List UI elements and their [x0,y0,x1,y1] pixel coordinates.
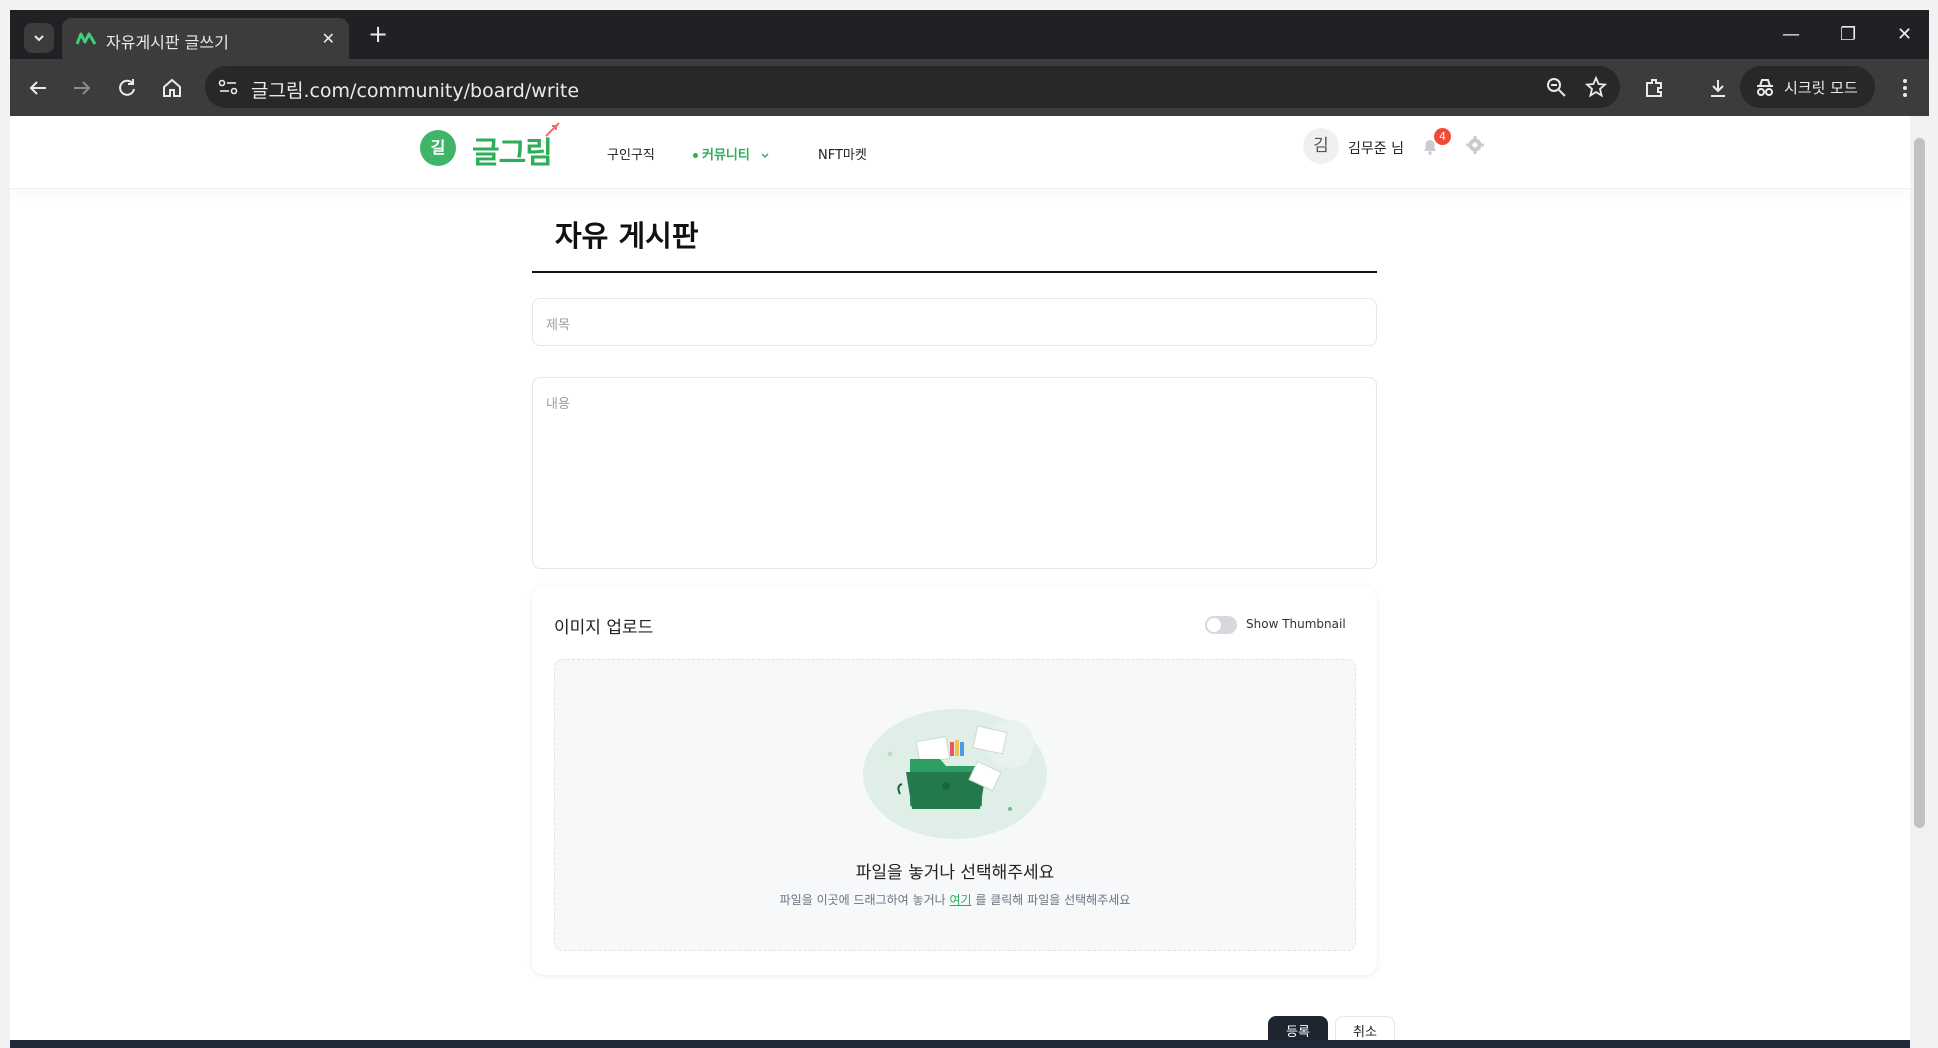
content-placeholder: 내용 [546,397,570,412]
browser-window: 자유게시판 글쓰기 ✕ + — ❐ ✕ 글그림.com/community/bo… [10,10,1929,1048]
page-scrollbar[interactable] [1910,116,1929,1048]
dropzone-select-link[interactable]: 여기 [949,893,971,907]
thumbnail-toggle-label: Show Thumbnail [1246,617,1346,631]
dropzone-sub-before: 파일을 이곳에 드래그하여 놓거나 [779,893,950,907]
title-divider [532,271,1377,273]
back-icon[interactable] [26,76,50,100]
reload-icon[interactable] [115,76,139,100]
address-bar[interactable]: 글그림.com/community/board/write [205,66,1620,108]
dropzone-title: 파일을 놓거나 선택해주세요 [855,863,1055,883]
dropzone-sub-after: 를 클릭해 파일을 선택해주세요 [971,893,1131,907]
cancel-button[interactable]: 취소 [1335,1016,1395,1040]
incognito-icon [1757,79,1773,96]
browser-toolbar: 글그림.com/community/board/write 시크릿 모드 [10,59,1929,116]
incognito-indicator[interactable]: 시크릿 모드 [1740,66,1875,108]
incognito-label: 시크릿 모드 [1784,79,1858,97]
rocket-icon [545,122,560,137]
site-favicon-icon [76,32,96,45]
submit-button[interactable]: 등록 [1268,1016,1328,1040]
forward-icon[interactable] [70,76,94,100]
os-taskbar [10,1040,1910,1048]
new-tab-button[interactable]: + [365,22,391,48]
gear-icon[interactable] [1465,135,1485,155]
active-tab[interactable]: 자유게시판 글쓰기 ✕ [62,18,349,59]
folder-illustration-icon [863,709,1047,839]
title-input[interactable]: 제목 [532,298,1377,346]
chevron-down-icon [34,35,44,42]
active-dot [693,153,698,158]
toggle-knob [1207,618,1221,632]
page-title: 자유 게시판 [555,219,699,253]
nav-jobs[interactable]: 구인구직 [607,144,655,163]
star-icon[interactable] [1585,76,1607,98]
dropzone-subtitle: 파일을 이곳에 드래그하여 놓거나 여기 를 클릭해 파일을 선택해주세요 [555,891,1355,908]
nav-community-label: 커뮤니티 [702,148,750,163]
close-window-icon[interactable]: ✕ [1897,24,1912,45]
logo-badge[interactable]: 길 [420,130,456,166]
minimize-icon[interactable]: — [1782,24,1800,45]
upload-title: 이미지 업로드 [554,618,654,638]
url-text: 글그림.com/community/board/write [251,80,580,102]
nav-nft-market[interactable]: NFT마켓 [818,144,867,163]
image-upload-card: 이미지 업로드 Show Thumbnail 파일을 놓거나 선택해주세요 파일… [532,587,1377,975]
site-info-icon[interactable] [217,77,239,97]
tab-list-button[interactable] [24,23,54,53]
avatar[interactable]: 김 [1303,128,1339,164]
more-icon[interactable] [1893,76,1917,100]
username[interactable]: 김무준 님 [1348,138,1404,158]
nav-community[interactable]: 커뮤니티 [693,144,770,163]
content-textarea[interactable]: 내용 [532,377,1377,569]
restore-icon[interactable]: ❐ [1840,24,1856,45]
download-icon[interactable] [1706,76,1730,100]
page-content: 길 글그림 구인구직 커뮤니티 NFT마켓 김 김무준 님 4 자유 게시판 제… [10,116,1910,1040]
chevron-down-icon [761,152,769,158]
zoom-icon[interactable] [1545,76,1567,98]
extensions-icon[interactable] [1642,76,1666,100]
home-icon[interactable] [160,76,184,100]
scrollbar-thumb[interactable] [1914,138,1925,828]
file-dropzone[interactable]: 파일을 놓거나 선택해주세요 파일을 이곳에 드래그하여 놓거나 여기 를 클릭… [554,659,1356,951]
tab-close-icon[interactable]: ✕ [322,29,335,48]
tab-bar: 자유게시판 글쓰기 ✕ + — ❐ ✕ [10,10,1929,59]
title-placeholder: 제목 [546,318,570,333]
site-header: 길 글그림 구인구직 커뮤니티 NFT마켓 김 김무준 님 4 [10,116,1910,189]
tab-title: 자유게시판 글쓰기 [106,33,229,52]
notification-badge: 4 [1434,128,1451,145]
thumbnail-toggle[interactable] [1205,616,1237,634]
